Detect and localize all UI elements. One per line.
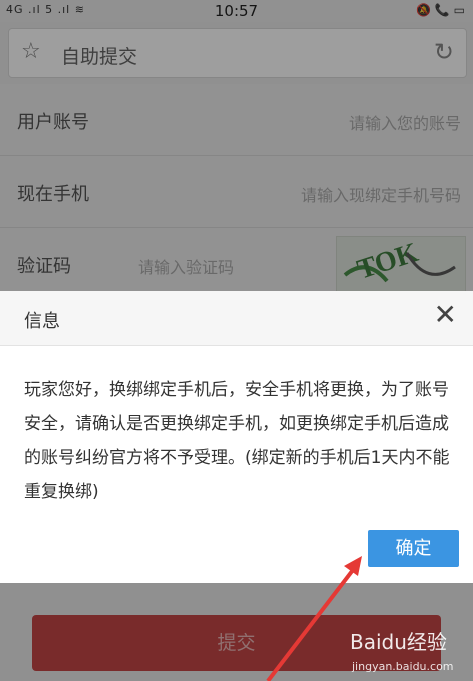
close-icon[interactable]: ✕ [434, 301, 457, 329]
dialog-message: 玩家您好，换绑绑定手机后，安全手机将更换，为了账号安全，请确认是否更换绑定手机，… [24, 380, 450, 502]
dialog-header: 信息 ✕ [0, 291, 473, 346]
watermark-brand: Baidu经验 [350, 630, 447, 654]
confirm-button[interactable]: 确定 [368, 530, 459, 567]
info-dialog: 信息 ✕ 玩家您好，换绑绑定手机后，安全手机将更换，为了账号安全，请确认是否更换… [0, 291, 473, 583]
dialog-title: 信息 [24, 311, 60, 332]
watermark-url: jingyan.baidu.com [352, 660, 454, 673]
